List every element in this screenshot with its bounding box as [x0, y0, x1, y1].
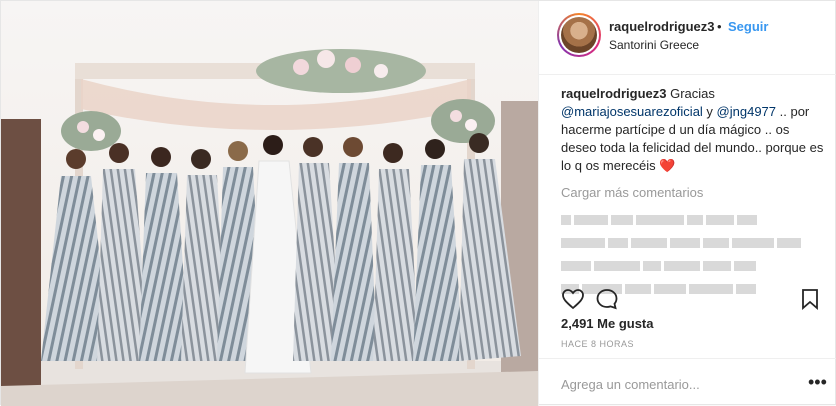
- caption-text-before: Gracias: [666, 86, 715, 101]
- more-icon[interactable]: •••: [808, 372, 827, 393]
- post-photo[interactable]: [1, 1, 538, 406]
- post-side-panel: raquelrodriguez3 • Seguir Santorini Gree…: [538, 1, 836, 406]
- caption-text-middle: y: [702, 104, 717, 119]
- separator-dot: •: [717, 19, 722, 34]
- caption-username[interactable]: raquelrodriguez3: [561, 86, 666, 101]
- post-timestamp[interactable]: HACE 8 HORAS: [561, 339, 634, 349]
- add-comment-section: •••: [539, 358, 836, 406]
- avatar-ring: [559, 15, 599, 55]
- blurred-comment: [561, 215, 826, 225]
- username-link[interactable]: raquelrodriguez3: [609, 19, 714, 34]
- follow-button[interactable]: Seguir: [728, 19, 768, 34]
- bookmark-icon[interactable]: [798, 287, 822, 311]
- instagram-post: raquelrodriguez3 • Seguir Santorini Gree…: [0, 0, 836, 406]
- blurred-comment: [561, 261, 826, 271]
- heart-icon[interactable]: [561, 287, 585, 311]
- post-header: raquelrodriguez3 • Seguir Santorini Gree…: [539, 1, 836, 75]
- mention-link[interactable]: @mariajosesuarezoficial: [561, 104, 703, 119]
- likes-count[interactable]: 2,491 Me gusta: [561, 316, 654, 331]
- heart-emoji: ❤️: [659, 158, 676, 173]
- avatar[interactable]: [557, 13, 601, 57]
- location-link[interactable]: Santorini Greece: [609, 38, 699, 52]
- wedding-photo-illustration: [1, 1, 538, 406]
- comments-section: raquelrodriguez3 Gracias @mariajosesuare…: [561, 85, 826, 294]
- load-more-comments-button[interactable]: Cargar más comentarios: [561, 184, 826, 202]
- blurred-comment: [561, 238, 826, 248]
- post-actions: [539, 283, 836, 313]
- mention-link[interactable]: @jng4977: [717, 104, 776, 119]
- comment-icon[interactable]: [595, 287, 619, 311]
- comment-input[interactable]: [561, 375, 791, 393]
- caption: raquelrodriguez3 Gracias @mariajosesuare…: [561, 85, 826, 175]
- avatar-image: [561, 17, 597, 53]
